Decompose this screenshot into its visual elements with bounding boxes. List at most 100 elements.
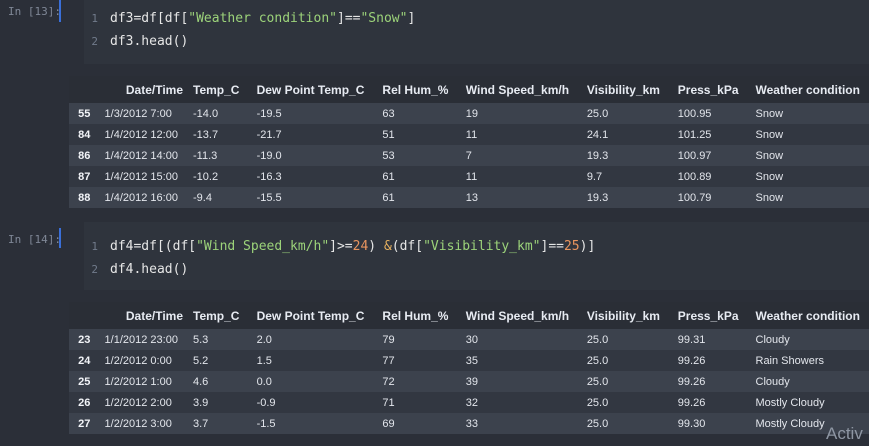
table-cell: 99.26: [672, 350, 751, 371]
code-line[interactable]: 2 df3.head(): [84, 31, 188, 53]
column-header: Temp_C: [188, 302, 252, 329]
table-cell: 100.79: [672, 187, 751, 208]
table-row: 55 1/3/2012 7:00 -14.0 -19.5 63 19 25.0 100.95 S…: [69, 103, 869, 124]
column-header: Visibility_km: [581, 302, 673, 329]
code-cell-13[interactable]: In [13]: 1 df3=df[df["Weather condition"]…: [0, 0, 869, 64]
table-cell: 39: [460, 371, 582, 392]
table-cell: 25.0: [581, 413, 673, 434]
code-token: ]==: [540, 239, 564, 254]
table-cell: Rain Showers: [750, 350, 869, 371]
code-line[interactable]: 2 df4.head(): [84, 259, 188, 281]
index-header: [69, 76, 100, 103]
table-cell: 2.0: [251, 329, 378, 350]
table-cell: -1.5: [251, 413, 378, 434]
table-cell: 3.9: [188, 392, 252, 413]
code-string: "Wind Speed_km/h": [196, 239, 330, 254]
row-index: 25: [69, 371, 100, 392]
code-token: df4=df[(df[: [110, 239, 197, 254]
table-row: 87 1/4/2012 15:00 -10.2 -16.3 61 11 9.7 100.89 S…: [69, 166, 869, 187]
code-cell-14[interactable]: In [14]: 1 df4=df[(df["Wind Speed_km/h"]>…: [0, 222, 869, 290]
code-token: ]>=: [329, 239, 353, 254]
table-cell: 1/3/2012 7:00: [99, 103, 188, 124]
table-cell: -11.3: [188, 145, 252, 166]
column-header: Weather condition: [750, 302, 869, 329]
table-cell: 99.26: [672, 371, 751, 392]
table-cell: 30: [460, 329, 582, 350]
table-cell: 13: [460, 187, 582, 208]
code-number: 25: [563, 239, 580, 254]
table-cell: 1/4/2012 16:00: [99, 187, 188, 208]
table-cell: 72: [377, 371, 461, 392]
table-cell: 100.95: [672, 103, 751, 124]
code-number: 24: [352, 239, 369, 254]
table-cell: 7: [460, 145, 582, 166]
table-cell: 19.3: [581, 187, 673, 208]
table-cell: 25.0: [581, 350, 673, 371]
table-cell: 0.0: [251, 371, 378, 392]
table-cell: 25.0: [581, 103, 673, 124]
table-cell: 5.2: [188, 350, 252, 371]
activation-watermark: Activ: [826, 424, 863, 443]
table-cell: 25.0: [581, 392, 673, 413]
table-cell: -16.3: [251, 166, 378, 187]
column-header: Visibility_km: [581, 76, 673, 103]
line-number: 2: [91, 263, 98, 276]
table-cell: 99.30: [672, 413, 751, 434]
table-row: 23 1/1/2012 23:00 5.3 2.0 79 30 25.0 99.31 Cloud…: [69, 329, 869, 350]
code-string: "Visibility_km": [423, 239, 541, 254]
dataframe-table: Date/Time Temp_C Dew Point Temp_C Rel Hum_%…: [69, 76, 869, 208]
table-cell: Cloudy: [750, 329, 869, 350]
table-header-row: Date/Time Temp_C Dew Point Temp_C Rel Hum_%…: [69, 302, 869, 329]
table-cell: 35: [460, 350, 582, 371]
code-string: "Snow": [360, 11, 408, 26]
index-header: [69, 302, 100, 329]
table-cell: 1/2/2012 1:00: [99, 371, 188, 392]
output-area-14: Date/Time Temp_C Dew Point Temp_C Rel Hum_%…: [0, 290, 869, 446]
code-editor[interactable]: 1 df3=df[df["Weather condition"]=="Snow"]…: [84, 0, 869, 64]
table-cell: -21.7: [251, 124, 378, 145]
output-area-13: Date/Time Temp_C Dew Point Temp_C Rel Hum_%…: [0, 64, 869, 222]
code-token: df3.head(): [110, 34, 189, 49]
column-header: Dew Point Temp_C: [251, 76, 378, 103]
table-cell: 63: [377, 103, 461, 124]
code-token: ]: [407, 11, 416, 26]
table-cell: 61: [377, 187, 461, 208]
code-token: ]==: [337, 11, 361, 26]
line-number: 2: [91, 35, 98, 48]
row-index: 86: [69, 145, 100, 166]
table-cell: -19.0: [251, 145, 378, 166]
row-index: 84: [69, 124, 100, 145]
code-token: df3=df[df[: [110, 11, 189, 26]
table-cell: 24.1: [581, 124, 673, 145]
row-index: 88: [69, 187, 100, 208]
table-cell: 1/2/2012 2:00: [99, 392, 188, 413]
code-token: df4.head(): [110, 262, 189, 277]
code-token: (df[: [391, 239, 424, 254]
code-editor[interactable]: 1 df4=df[(df["Wind Speed_km/h"]>=24) &(df…: [84, 222, 869, 290]
table-cell: Snow: [750, 145, 869, 166]
table-cell: 25.0: [581, 329, 673, 350]
table-cell: 69: [377, 413, 461, 434]
table-cell: 32: [460, 392, 582, 413]
code-line[interactable]: 1 df3=df[df["Weather condition"]=="Snow"]: [84, 8, 415, 30]
column-header: Date/Time: [99, 76, 188, 103]
code-token: )]: [579, 239, 596, 254]
row-index: 27: [69, 413, 100, 434]
table-cell: 100.89: [672, 166, 751, 187]
column-header: Temp_C: [188, 76, 252, 103]
column-header: Wind Speed_km/h: [460, 302, 582, 329]
table-cell: 33: [460, 413, 582, 434]
table-cell: 4.6: [188, 371, 252, 392]
cell-prompt: In [13]:: [8, 5, 61, 18]
table-cell: Snow: [750, 166, 869, 187]
code-token: ): [368, 239, 384, 254]
table-cell: 11: [460, 124, 582, 145]
code-line[interactable]: 1 df4=df[(df["Wind Speed_km/h"]>=24) &(df…: [84, 236, 595, 258]
table-cell: 25.0: [581, 371, 673, 392]
table-cell: 99.31: [672, 329, 751, 350]
column-header: Date/Time: [99, 302, 188, 329]
column-header: Rel Hum_%: [377, 76, 461, 103]
table-cell: Cloudy: [750, 371, 869, 392]
table-row: 24 1/2/2012 0:00 5.2 1.5 77 35 25.0 99.26 Rain S…: [69, 350, 869, 371]
table-cell: -9.4: [188, 187, 252, 208]
